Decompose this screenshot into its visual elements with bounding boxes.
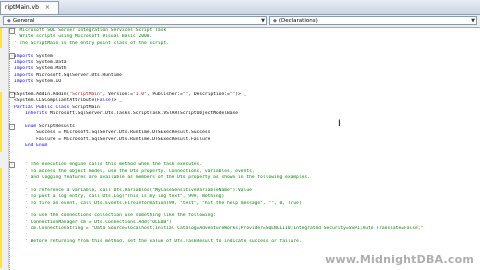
code-text: , Version:= <box>102 91 133 97</box>
code-keyword: Partial Public Class <box>14 104 70 110</box>
code-comment: ' ConnectionManager cm = Dts.Connections… <box>25 219 172 225</box>
method-name-dropdown[interactable]: ◆ (Declarations) ▼ <box>269 16 477 25</box>
code-keyword: Imports <box>14 72 34 78</box>
code-string: "1.0" <box>132 91 147 97</box>
code-comment: ' Microsoft SQL Server Integration Servi… <box>14 28 167 33</box>
chevron-down-icon[interactable]: ▼ <box>261 17 265 26</box>
chevron-down-icon[interactable]: ▼ <box>471 17 475 26</box>
code-comment: ' Before returning from this method, set… <box>25 238 302 244</box>
method-name-value: (Declarations) <box>278 18 318 24</box>
close-icon[interactable]: × <box>45 4 50 11</box>
code-comment: ' <box>25 232 28 238</box>
code-text: )> _ <box>235 91 247 97</box>
code-keyword: End Enum <box>25 143 48 149</box>
navigation-bar: ◆ General ▼ ◆ (Declarations) ▼ <box>0 15 480 28</box>
change-marker <box>0 92 2 152</box>
code-keyword: Imports <box>14 59 34 65</box>
change-marker <box>0 28 2 48</box>
code-text: <System.AddIn.AddIn( <box>14 91 70 97</box>
code-text: <System.CLSCompliantAttribute( <box>14 98 97 104</box>
code-text-area[interactable]: ' Microsoft SQL Server Integration Servi… <box>14 28 480 245</box>
tab-scriptmain[interactable]: riptMain.vb × <box>0 1 59 14</box>
text-cursor-icon: I <box>338 119 341 129</box>
outline-guide <box>9 28 11 270</box>
code-line[interactable]: ' cm.ConnectionString = "Data Source=loc… <box>14 226 480 232</box>
code-string: "ScriptMain" <box>69 91 103 97</box>
method-icon: ◆ <box>273 18 277 24</box>
code-keyword: Imports <box>14 66 34 72</box>
code-comment: ' <box>25 181 28 187</box>
code-keyword: Imports <box>14 79 34 85</box>
code-text: Microsoft.SqlServer.Dts.Runtime <box>33 72 122 78</box>
code-text: ScriptMain <box>69 104 100 110</box>
code-comment: ' <box>25 206 28 212</box>
code-text: ScriptResults <box>36 123 75 129</box>
code-text: System.IO <box>33 79 62 85</box>
code-comment: ' To post a log entry, call Dts.Log("Thi… <box>25 194 225 200</box>
class-icon: ◆ <box>7 18 11 24</box>
editor-gutter <box>0 28 9 270</box>
code-comment: ' To reference a variable, call Dts.Vari… <box>25 187 252 193</box>
document-tab-strip: riptMain.vb × <box>0 0 480 15</box>
code-comment: ' To fire an event, call Dts.Events.Fire… <box>25 200 302 206</box>
class-name-dropdown[interactable]: ◆ General ▼ <box>3 16 267 25</box>
code-text: , Description:= <box>188 91 230 97</box>
code-text: , Publisher:= <box>146 91 183 97</box>
code-comment: ' The execution engine calls this method… <box>25 162 203 168</box>
code-editor[interactable]: ' Microsoft SQL Server Integration Servi… <box>0 28 480 270</box>
code-keyword: Imports <box>14 53 34 59</box>
code-comment: ' The ScriptMain is the entry point clas… <box>14 40 169 46</box>
code-comment: ' To use the connections collection use … <box>25 213 216 219</box>
code-text: Failure = Microsoft.SqlServer.Dts.Runtim… <box>14 136 211 142</box>
code-comment: ' cm.ConnectionString = "Data Source=loc… <box>25 226 424 232</box>
tab-title: riptMain.vb <box>5 4 39 11</box>
code-text: System.Data <box>33 59 67 65</box>
code-text: Success = Microsoft.SqlServer.Dts.Runtim… <box>14 130 211 136</box>
code-keyword: Inherits <box>25 111 48 117</box>
code-line[interactable]: ' Before returning from this method, set… <box>14 239 480 245</box>
script-editor-window: riptMain.vb × ◆ General ▼ ◆ (Declarations) … <box>0 0 480 270</box>
code-comment: ' Write scripts using Microsoft Visual B… <box>14 34 153 40</box>
code-comment: ' and logging features are available as … <box>25 174 310 180</box>
watermark: www.MidnightDBA.com <box>325 253 474 266</box>
code-text: System <box>33 53 53 59</box>
code-text: )> _ <box>110 98 122 104</box>
class-name-value: General <box>12 18 35 24</box>
code-keyword: False <box>96 98 111 104</box>
code-comment: ' To access the object model, use the Dt… <box>25 168 255 174</box>
code-text: Microsoft.SqlServer.Dts.Tasks.ScriptTask… <box>47 111 239 117</box>
change-marker <box>0 168 2 268</box>
code-text: System.Math <box>33 66 67 72</box>
code-keyword: Enum <box>25 123 37 129</box>
